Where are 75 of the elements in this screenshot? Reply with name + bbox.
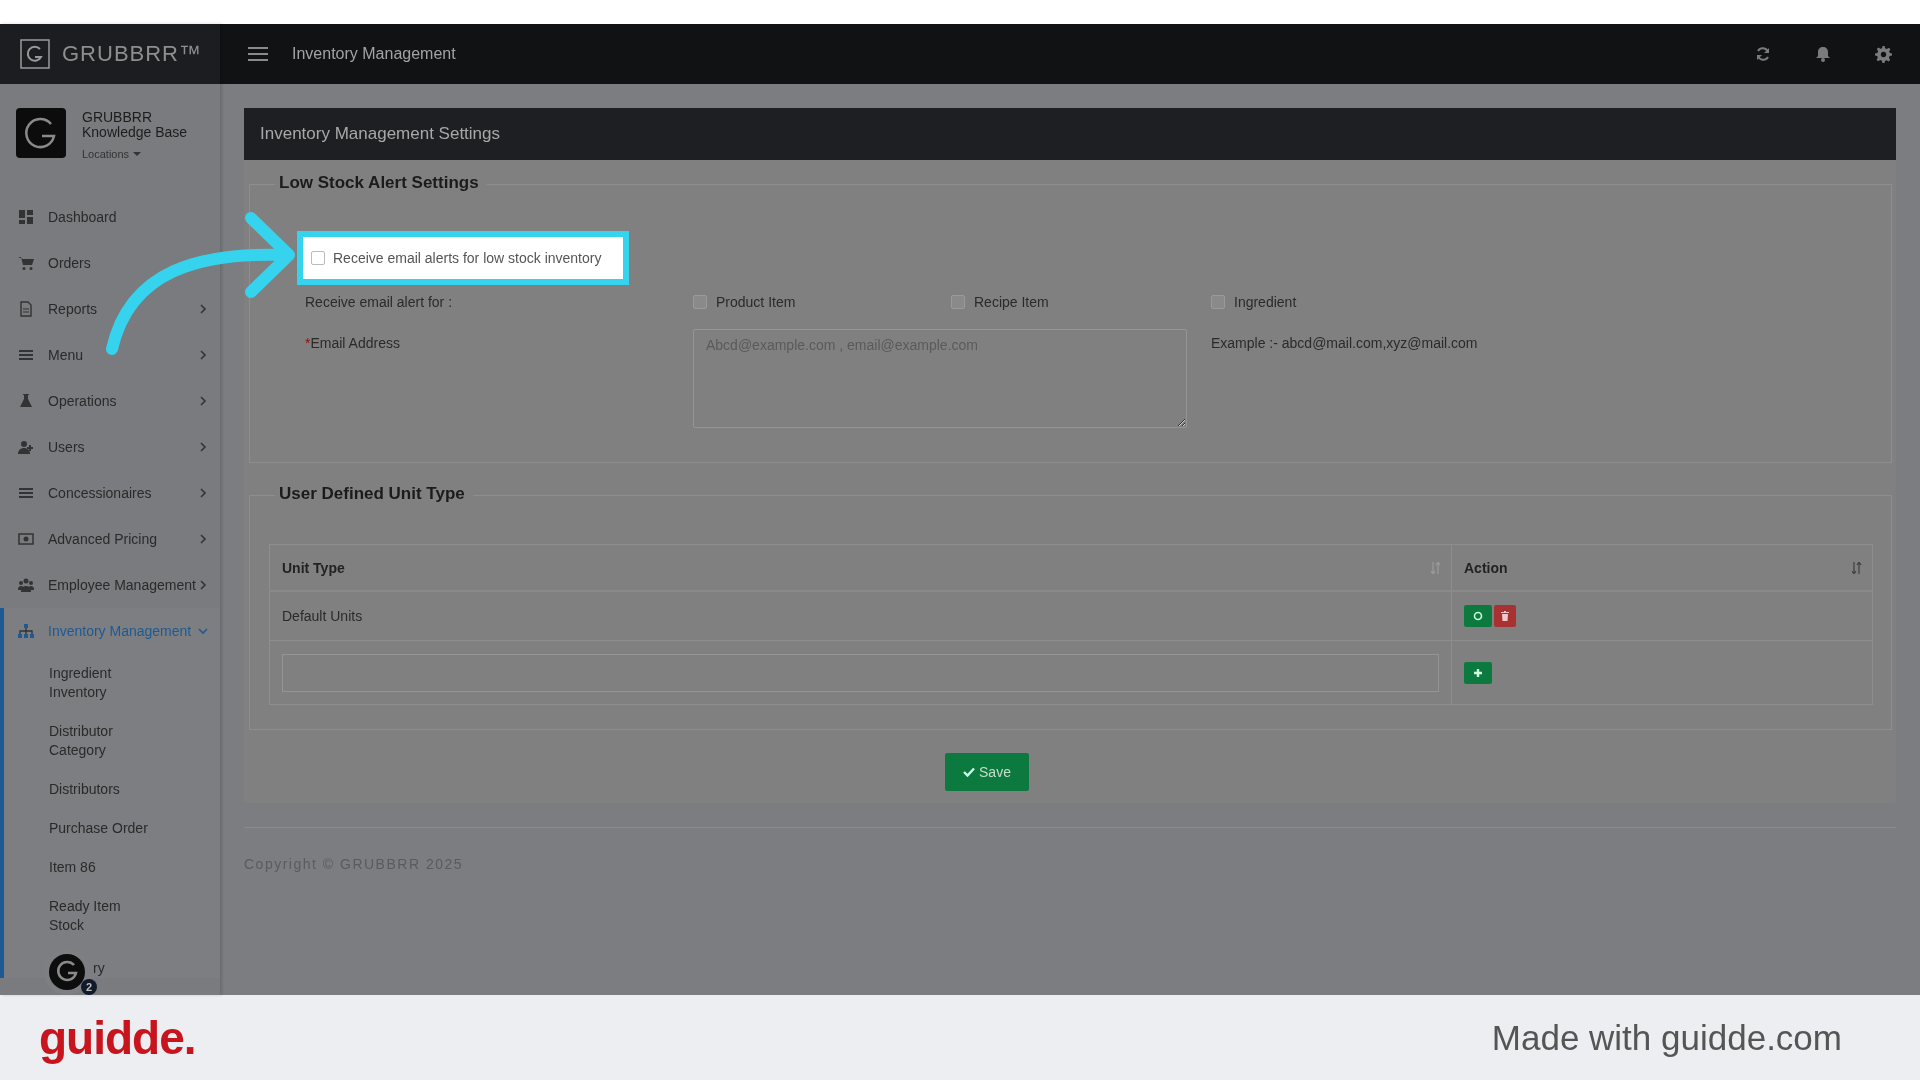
- people-icon: [18, 577, 34, 593]
- hint-text: Example :- abcd@mail.com,xyz@mail.com: [1211, 334, 1479, 351]
- nav-item[interactable]: Operations: [4, 378, 220, 424]
- delete-button[interactable]: [1494, 605, 1516, 627]
- section-title: Low Stock Alert Settings: [275, 173, 487, 193]
- field-label: Receive email alert for :: [305, 294, 454, 310]
- banknote-icon: [18, 531, 34, 547]
- nav-label: Reports: [48, 301, 99, 317]
- nav-label: Dashboard: [48, 209, 118, 225]
- add-button[interactable]: [1464, 661, 1492, 684]
- nav-label: Orders: [48, 255, 92, 271]
- nav-subitem[interactable]: Ready Item Stock: [49, 897, 129, 935]
- nav-item[interactable]: Advanced Pricing: [4, 516, 220, 562]
- refresh-icon[interactable]: [1755, 46, 1771, 62]
- tagline-text: Made with guidde.com: [1491, 1017, 1842, 1058]
- bell-icon[interactable]: [1815, 46, 1831, 62]
- nav-label: Menu: [48, 347, 85, 363]
- grid-icon: [18, 209, 34, 225]
- checkbox[interactable]: [693, 295, 707, 309]
- logo-text: guidde.: [39, 1010, 196, 1065]
- circle-icon: [1473, 611, 1483, 621]
- logo-text: GRUBBRR™: [62, 41, 202, 67]
- logo-icon: [20, 39, 50, 69]
- save-button[interactable]: Save: [945, 753, 1029, 791]
- sort-icon[interactable]: [1852, 562, 1862, 574]
- nav-label: Concessionaires: [48, 485, 153, 501]
- nav-subitem[interactable]: Ingredient Inventory: [49, 664, 129, 702]
- nav-label: Advanced Pricing: [48, 531, 158, 547]
- menu-icon[interactable]: [248, 46, 268, 62]
- list-icon: [18, 347, 34, 363]
- reset-button[interactable]: [1464, 605, 1492, 627]
- column-header: Action: [1464, 559, 1508, 576]
- nav-subitem[interactable]: Purchase Order: [49, 819, 148, 838]
- checkbox[interactable]: [311, 251, 325, 265]
- field-label: *Email Address: [305, 334, 401, 351]
- page-title: Inventory Management: [292, 45, 456, 63]
- checkbox[interactable]: [951, 295, 965, 309]
- nav-label: Operations: [48, 393, 118, 409]
- account-name: GRUBBRR Knowledge Base: [82, 110, 189, 140]
- nav-item[interactable]: Dashboard: [4, 194, 220, 240]
- checkbox[interactable]: [1211, 295, 1225, 309]
- check-icon: [963, 767, 976, 777]
- hierarchy-icon: [18, 623, 34, 639]
- trash-icon: [1501, 611, 1509, 621]
- settings-icon[interactable]: [1875, 45, 1892, 63]
- nav-subitem[interactable]: Distributors: [49, 780, 120, 799]
- flask-icon: [18, 393, 34, 409]
- plus-icon: [1473, 667, 1483, 678]
- nav-label: Employee Management: [48, 577, 197, 593]
- nav-item[interactable]: Orders: [4, 240, 220, 286]
- panel-title: Inventory Management Settings: [260, 124, 501, 144]
- list-icon: [18, 485, 34, 501]
- notification-badge: 2: [81, 979, 97, 995]
- user-plus-icon: [18, 439, 34, 455]
- nav-subitem[interactable]: Item 86: [49, 858, 96, 877]
- nav-item[interactable]: Inventory Management: [4, 608, 220, 654]
- checkbox-label: Product Item: [716, 294, 796, 310]
- table-cell: Default Units: [282, 608, 363, 624]
- cart-icon: [18, 255, 34, 271]
- document-icon: [18, 301, 34, 317]
- locations-dropdown[interactable]: Locations: [82, 148, 202, 160]
- nav-item[interactable]: Menu: [4, 332, 220, 378]
- nav-item[interactable]: Reports: [4, 286, 220, 332]
- nav-subitem[interactable]: Distributor Category: [49, 722, 129, 760]
- nav-label: Users: [48, 439, 86, 455]
- logo-icon: [16, 108, 66, 158]
- column-header: Unit Type: [282, 559, 345, 576]
- checkbox-label: Ingredient: [1234, 294, 1297, 310]
- checkbox-label: Receive email alerts for low stock inventory: [333, 250, 602, 266]
- nav-item[interactable]: Concessionaires: [4, 470, 220, 516]
- checkbox-label: Recipe Item: [974, 294, 1049, 310]
- nav-item[interactable]: Employee Management: [4, 562, 220, 608]
- nav-label: Inventory Management: [48, 623, 193, 639]
- section-title: User Defined Unit Type: [275, 484, 473, 504]
- nav-item[interactable]: Users: [4, 424, 220, 470]
